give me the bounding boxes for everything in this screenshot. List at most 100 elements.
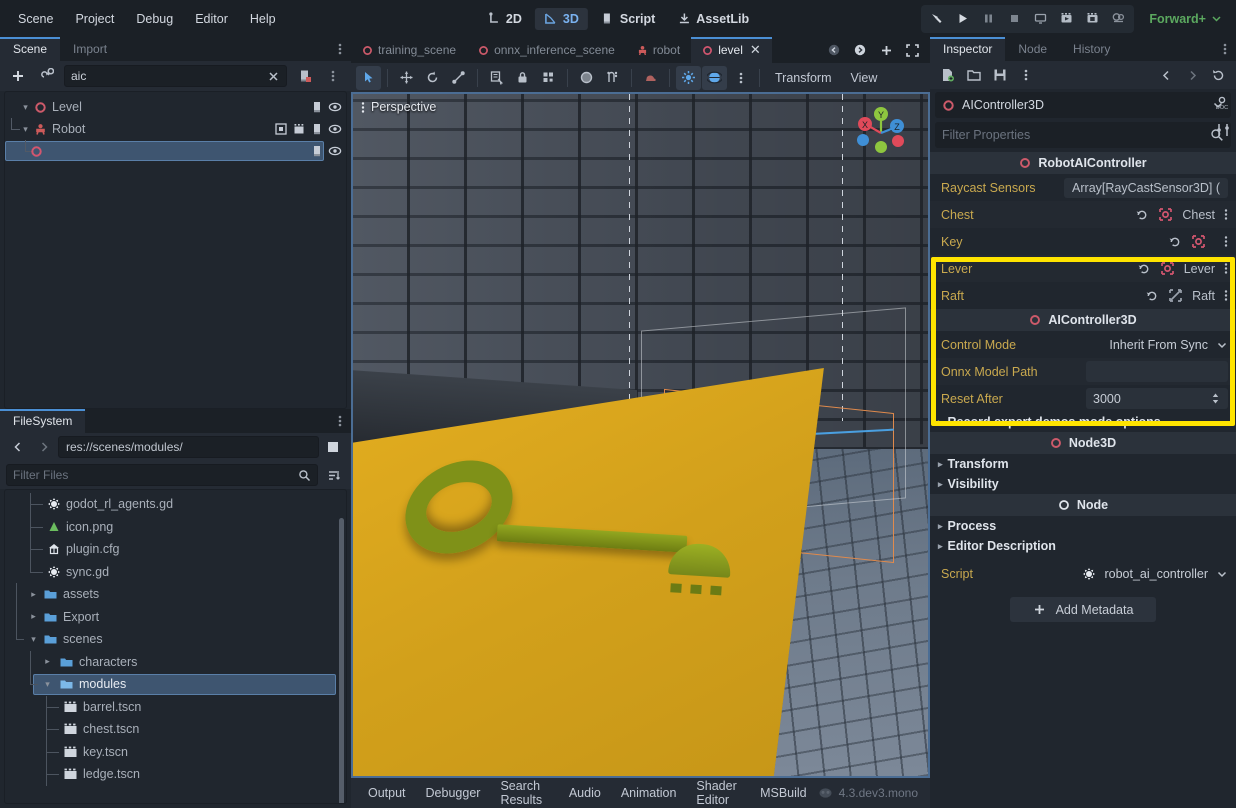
attach-script-icon[interactable] — [293, 64, 317, 88]
nav-forward-icon[interactable] — [32, 435, 56, 459]
revert-icon[interactable] — [1168, 235, 1182, 249]
filesystem-path-field[interactable]: res://scenes/modules/ — [58, 436, 319, 458]
property-menu-icon[interactable] — [1224, 235, 1228, 248]
inspector-filter-input[interactable] — [942, 128, 1205, 142]
filesystem-row[interactable]: icon.png — [5, 515, 346, 538]
chevron-right-icon[interactable]: ▸ — [27, 611, 40, 622]
property-value-area[interactable] — [1168, 234, 1228, 249]
close-icon[interactable]: ✕ — [750, 42, 761, 58]
filesystem-row[interactable]: ▸ Export — [5, 605, 346, 628]
menu-project[interactable]: Project — [65, 8, 124, 30]
script-value-dropdown[interactable]: robot_ai_controller — [1082, 567, 1228, 581]
signal-icon[interactable] — [292, 122, 306, 136]
scene-dock-menu-icon[interactable] — [329, 37, 351, 61]
group-transform[interactable]: ▸ Transform — [930, 454, 1236, 474]
tab-inspector[interactable]: Inspector — [930, 37, 1006, 61]
filesystem-filter-box[interactable] — [6, 464, 318, 486]
rotate-mode-icon[interactable] — [420, 66, 445, 90]
stepper-icon[interactable] — [1210, 392, 1221, 405]
filesystem-row-modules[interactable]: ▾ modules — [5, 673, 346, 696]
bottom-panel-msbuild[interactable]: MSBuild — [751, 782, 816, 804]
play-icon[interactable] — [950, 7, 975, 31]
prev-scene-icon[interactable] — [822, 38, 846, 62]
inspector-dock-menu-icon[interactable] — [1214, 37, 1236, 61]
view-menu[interactable]: View — [842, 68, 887, 88]
menu-editor[interactable]: Editor — [185, 8, 238, 30]
filesystem-row[interactable]: sync.gd — [5, 560, 346, 584]
movie-maker-icon[interactable] — [1106, 7, 1131, 31]
filesystem-row[interactable]: barrel.tscn — [5, 695, 346, 718]
save-resource-icon[interactable] — [988, 63, 1012, 87]
onnx-model-path-input[interactable] — [1086, 361, 1228, 382]
open-docs-icon[interactable]: DOC — [1214, 95, 1230, 111]
resource-menu-icon[interactable] — [1014, 63, 1038, 87]
list-select-icon[interactable] — [484, 66, 509, 90]
property-script[interactable]: Script robot_ai_controller — [930, 560, 1236, 587]
toggle-split-mode-icon[interactable] — [321, 435, 345, 459]
filesystem-filter-input[interactable] — [13, 468, 298, 482]
bottom-panel-shader-editor[interactable]: Shader Editor — [687, 775, 749, 808]
group-process[interactable]: ▸ Process — [930, 516, 1236, 536]
scene-tree-row-robot[interactable]: ▾ Robot — [5, 118, 346, 140]
scene-tree[interactable]: ▾ Level ▾ Robot — [4, 91, 347, 409]
filesystem-row[interactable]: ▸ assets — [5, 583, 346, 606]
scene-tab-training-scene[interactable]: training_scene — [351, 37, 467, 63]
property-lever[interactable]: Lever Lever — [930, 255, 1236, 282]
chevron-down-icon[interactable]: ▾ — [19, 124, 32, 135]
property-menu-icon[interactable] — [1224, 262, 1228, 275]
inspector-filter-box[interactable] — [935, 122, 1231, 148]
scene-tab-onnx-inference-scene[interactable]: onnx_inference_scene — [467, 37, 626, 63]
scene-search-box[interactable] — [64, 65, 287, 87]
script-icon[interactable] — [310, 144, 324, 158]
pause-icon[interactable] — [976, 7, 1001, 31]
more-options-icon[interactable] — [728, 66, 753, 90]
reset-after-input[interactable]: 3000 — [1086, 388, 1228, 409]
environment-preview-icon[interactable] — [702, 65, 727, 90]
play-custom-scene-icon[interactable] — [1080, 7, 1105, 31]
build-icon[interactable] — [924, 7, 949, 31]
tab-history[interactable]: History — [1060, 37, 1123, 61]
inspector-node-selector[interactable]: AIController3D — [935, 92, 1231, 118]
add-node-icon[interactable] — [6, 64, 30, 88]
filesystem-row[interactable]: ▾ scenes — [5, 628, 346, 651]
menu-scene[interactable]: Scene — [8, 8, 63, 30]
filesystem-dock-menu-icon[interactable] — [329, 409, 351, 433]
chevron-right-icon[interactable]: ▸ — [41, 656, 54, 667]
scene-search-input[interactable] — [71, 69, 267, 83]
revert-icon[interactable] — [1135, 208, 1149, 222]
chevron-down-icon[interactable]: ▾ — [41, 679, 54, 690]
3d-viewport[interactable]: Perspective Y X Z — [351, 92, 930, 778]
mode-assetlib-button[interactable]: AssetLib — [668, 8, 758, 30]
bottom-panel-debugger[interactable]: Debugger — [417, 782, 490, 804]
tab-scene[interactable]: Scene — [0, 37, 61, 61]
visibility-icon[interactable] — [328, 144, 342, 158]
open-resource-icon[interactable] — [962, 63, 986, 87]
property-control-mode[interactable]: Control Mode Inherit From Sync — [930, 331, 1236, 358]
snap-icon[interactable] — [600, 66, 625, 90]
filesystem-row[interactable]: ledge.tscn — [5, 763, 346, 786]
group-record-expert-demos[interactable]: ▸ Record expert demos mode options — [930, 412, 1236, 432]
add-scene-icon[interactable] — [874, 38, 898, 62]
fullscreen-icon[interactable] — [900, 38, 924, 62]
scene-tree-row-level[interactable]: ▾ Level — [5, 96, 346, 118]
property-value-area[interactable]: Chest — [1135, 207, 1228, 222]
inspector-property-list[interactable]: RobotAIController Raycast Sensors Array[… — [930, 152, 1236, 808]
play-scene-icon[interactable] — [1054, 7, 1079, 31]
filesystem-tree[interactable]: godot_rl_agents.gd icon.png plugin.cfg s… — [4, 489, 347, 804]
local-space-icon[interactable] — [574, 66, 599, 90]
nav-back-icon[interactable] — [6, 435, 30, 459]
property-value[interactable]: Array[RayCastSensor3D] ( — [1064, 177, 1228, 198]
menu-help[interactable]: Help — [240, 8, 286, 30]
property-value[interactable]: Chest — [1182, 208, 1215, 222]
scene-tab-robot[interactable]: robot — [626, 37, 691, 63]
property-value[interactable]: Raft — [1192, 289, 1215, 303]
perspective-label[interactable]: Perspective — [361, 100, 436, 114]
chevron-down-icon[interactable]: ▾ — [27, 634, 40, 645]
scene-tree-menu-icon[interactable] — [321, 64, 345, 88]
scene-tab-level[interactable]: level ✕ — [691, 37, 772, 63]
tab-node[interactable]: Node — [1005, 37, 1060, 61]
lock-icon[interactable] — [510, 66, 535, 90]
tab-import[interactable]: Import — [60, 37, 120, 61]
filesystem-row[interactable]: godot_rl_agents.gd — [5, 493, 346, 516]
inspector-history-icon[interactable] — [1206, 63, 1230, 87]
